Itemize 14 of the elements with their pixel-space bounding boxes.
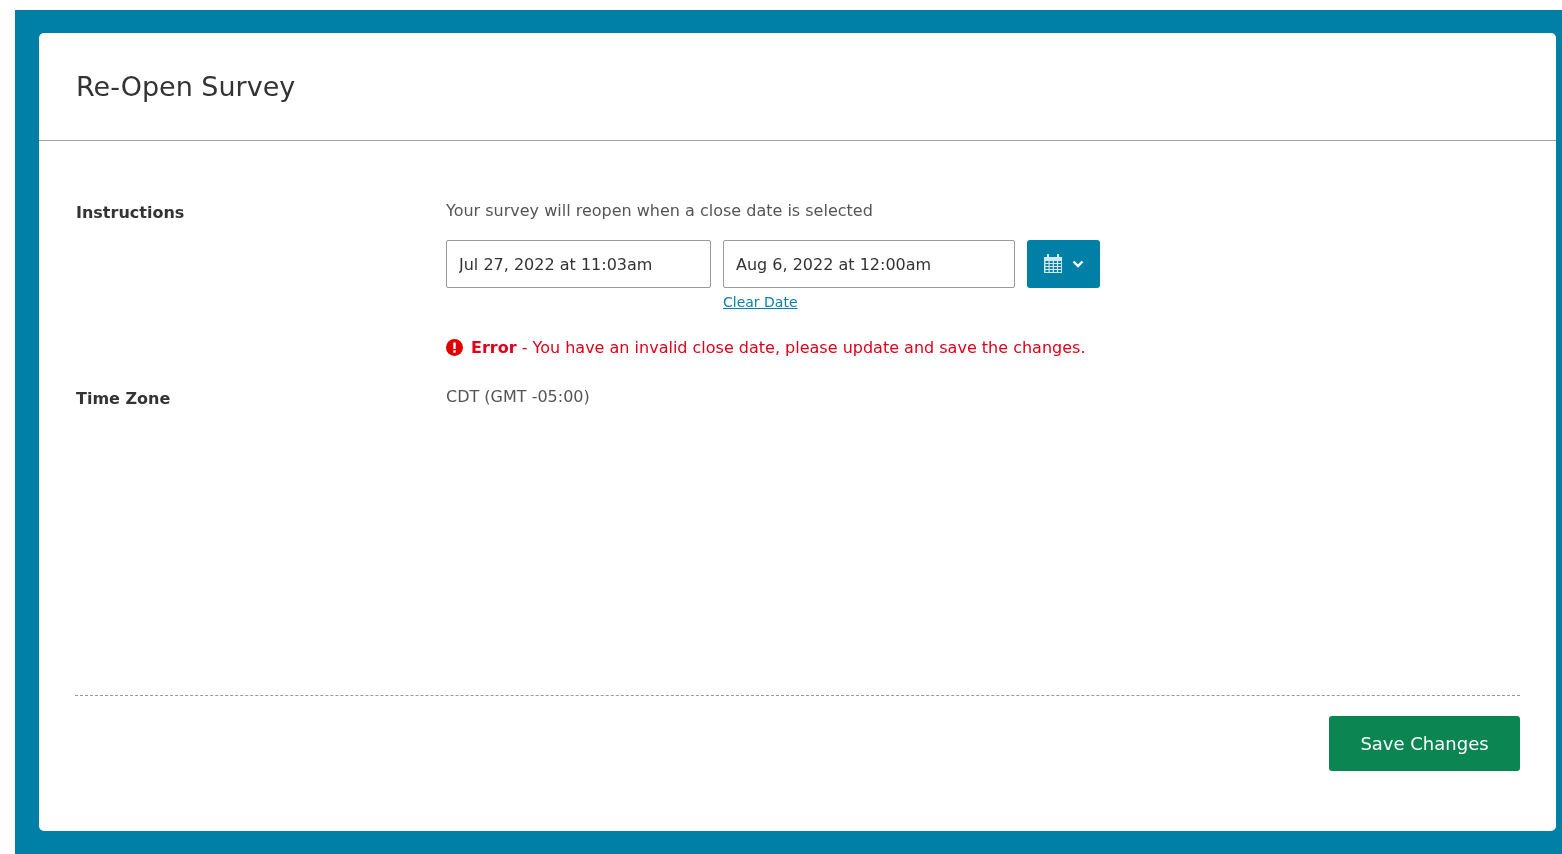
chevron-down-icon (1072, 260, 1084, 268)
calendar-dropdown-button[interactable] (1027, 240, 1100, 288)
close-date-field[interactable]: Aug 6, 2022 at 12:00am (723, 240, 1015, 288)
field-label: Time Zone (76, 389, 172, 408)
error-icon (446, 339, 463, 356)
time-zone-value: CDT (GMT -05:00) (446, 387, 590, 406)
start-date-field[interactable]: Jul 27, 2022 at 11:03am (446, 240, 711, 288)
clear-date-link[interactable]: Clear Date (723, 294, 798, 310)
field-label: Instructions (76, 203, 186, 224)
calendar-icon (1043, 254, 1063, 274)
dialog-title: Re-Open Survey (76, 71, 296, 102)
error-message: Error - You have an invalid close date, please update and save the changes. (471, 338, 1086, 357)
instructions-text: Your survey will reopen when a close date is selected (446, 201, 874, 220)
save-button[interactable]: Save Changes (1329, 716, 1520, 771)
